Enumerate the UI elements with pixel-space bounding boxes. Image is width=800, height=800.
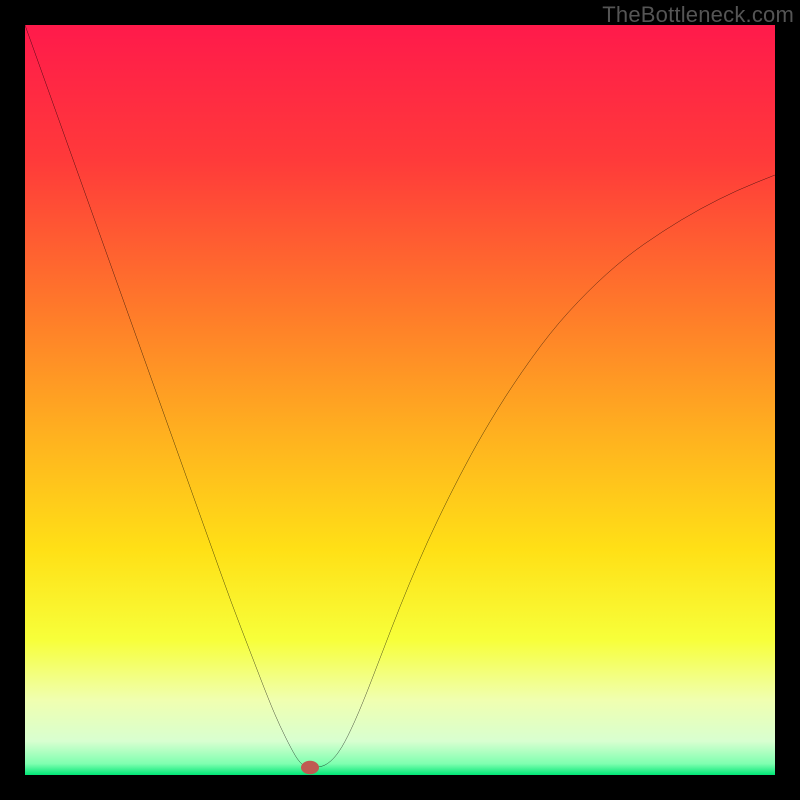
watermark-text: TheBottleneck.com [602, 2, 794, 28]
optimum-marker [301, 761, 319, 775]
chart-background [25, 25, 775, 775]
chart-frame: TheBottleneck.com [0, 0, 800, 800]
bottleneck-chart [25, 25, 775, 775]
